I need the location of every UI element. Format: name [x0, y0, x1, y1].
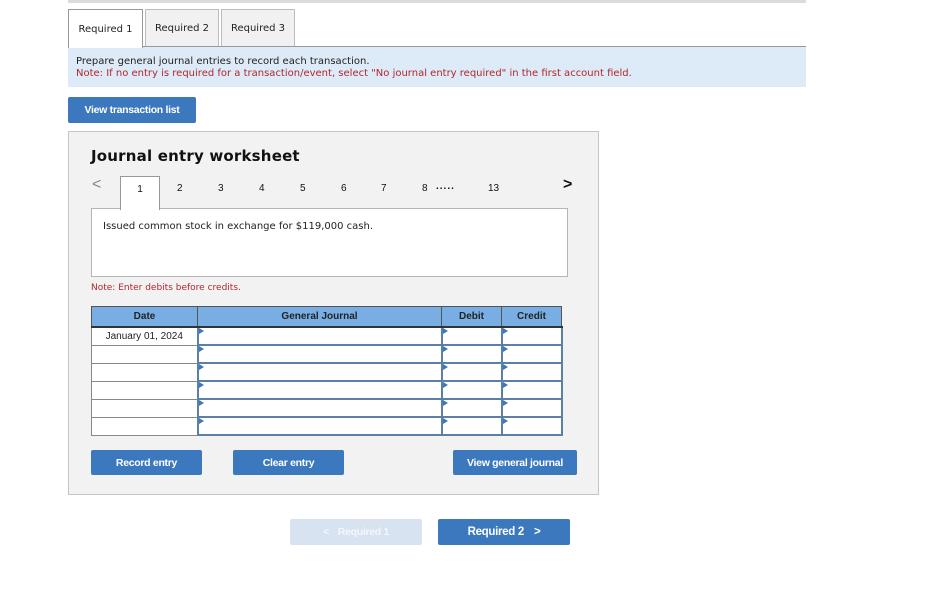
page-3[interactable]: 3 — [218, 183, 224, 194]
input-indicator-icon — [502, 364, 508, 370]
input-indicator-icon — [502, 382, 508, 388]
table-row: January 01, 2024 — [91, 326, 563, 346]
header-credit: Credit — [501, 306, 562, 328]
credit-input[interactable] — [500, 326, 563, 346]
tab-label: Required 1 — [78, 23, 133, 35]
input-indicator-icon — [502, 418, 508, 424]
journal-table-header: Date General Journal Debit Credit — [91, 306, 562, 328]
transaction-description: Issued common stock in exchange for $119… — [91, 208, 568, 277]
credit-input[interactable] — [500, 416, 563, 436]
view-transaction-list-button[interactable]: View transaction list — [68, 97, 196, 123]
instructions-text: Prepare general journal entries to recor… — [76, 56, 370, 67]
tab-label: Required 2 — [154, 23, 210, 34]
page-2[interactable]: 2 — [177, 183, 183, 194]
table-row — [91, 398, 563, 418]
header-general-journal: General Journal — [197, 306, 442, 328]
page-4[interactable]: 4 — [259, 183, 265, 194]
page-5[interactable]: 5 — [300, 183, 306, 194]
account-input[interactable] — [196, 416, 443, 436]
account-input[interactable] — [196, 326, 443, 346]
input-indicator-icon — [442, 364, 448, 370]
chevron-right-icon[interactable]: > — [563, 176, 572, 194]
date-cell[interactable] — [91, 344, 198, 364]
credit-input[interactable] — [500, 380, 563, 400]
requirement-tabs: Required 1 Required 2 Required 3 — [68, 9, 297, 48]
input-indicator-icon — [442, 400, 448, 406]
table-row — [91, 344, 563, 364]
page-7[interactable]: 7 — [381, 183, 387, 194]
page-13[interactable]: 13 — [488, 183, 499, 194]
next-required-label: Required 2 — [467, 526, 525, 538]
table-row — [91, 362, 563, 382]
tab-required-2[interactable]: Required 2 — [145, 9, 219, 47]
date-cell[interactable] — [91, 398, 198, 418]
tab-required-1[interactable]: Required 1 — [68, 9, 143, 48]
transaction-pager: < 1 2 3 4 5 6 7 8 ..... 13 > — [69, 176, 600, 210]
chevron-left-icon[interactable]: < — [92, 176, 101, 194]
dropdown-indicator-icon — [198, 382, 204, 388]
input-indicator-icon — [442, 418, 448, 424]
input-indicator-icon — [442, 382, 448, 388]
credit-input[interactable] — [500, 362, 563, 382]
dropdown-indicator-icon — [198, 328, 204, 334]
debit-input[interactable] — [440, 380, 503, 400]
debit-input[interactable] — [440, 344, 503, 364]
journal-entry-worksheet: Journal entry worksheet < 1 2 3 4 5 6 7 … — [68, 131, 599, 495]
account-input[interactable] — [196, 344, 443, 364]
account-input[interactable] — [196, 380, 443, 400]
dropdown-indicator-icon — [198, 346, 204, 352]
chevron-left-icon: < — [322, 526, 329, 538]
next-required-button[interactable]: Required 2 > — [438, 519, 570, 545]
credit-input[interactable] — [500, 344, 563, 364]
input-indicator-icon — [502, 400, 508, 406]
debits-before-credits-note: Note: Enter debits before credits. — [91, 283, 241, 293]
table-row — [91, 416, 563, 436]
date-cell[interactable] — [91, 380, 198, 400]
page-6[interactable]: 6 — [341, 183, 347, 194]
debit-input[interactable] — [440, 416, 503, 436]
tab-label: Required 3 — [230, 23, 286, 34]
view-general-journal-button[interactable]: View general journal — [453, 450, 577, 475]
dropdown-indicator-icon — [198, 364, 204, 370]
input-indicator-icon — [502, 346, 508, 352]
clear-entry-button[interactable]: Clear entry — [233, 450, 344, 475]
input-indicator-icon — [502, 328, 508, 334]
worksheet-title: Journal entry worksheet — [91, 147, 300, 165]
debit-input[interactable] — [440, 362, 503, 382]
header-date: Date — [91, 306, 198, 328]
prev-required-label: Required 1 — [337, 526, 390, 538]
date-cell[interactable] — [91, 362, 198, 382]
instructions-note: Note: If no entry is required for a tran… — [76, 68, 632, 79]
page-8[interactable]: 8 — [422, 183, 428, 194]
debit-input[interactable] — [440, 398, 503, 418]
journal-table: Date General Journal Debit Credit Januar… — [91, 306, 563, 436]
pager-ellipsis: ..... — [436, 181, 455, 192]
dropdown-indicator-icon — [198, 400, 204, 406]
dropdown-indicator-icon — [198, 418, 204, 424]
account-input[interactable] — [196, 398, 443, 418]
tab-required-3[interactable]: Required 3 — [221, 9, 295, 47]
debit-input[interactable] — [440, 326, 503, 346]
instructions-panel: Prepare general journal entries to recor… — [68, 47, 806, 87]
table-row — [91, 380, 563, 400]
date-cell[interactable]: January 01, 2024 — [91, 326, 198, 346]
date-cell[interactable] — [91, 416, 198, 436]
header-debit: Debit — [441, 306, 502, 328]
record-entry-button[interactable]: Record entry — [91, 450, 202, 475]
page-1[interactable]: 1 — [120, 176, 160, 210]
input-indicator-icon — [442, 346, 448, 352]
input-indicator-icon — [442, 328, 448, 334]
chevron-right-icon: > — [534, 526, 541, 538]
top-divider — [68, 0, 806, 3]
prev-required-button[interactable]: < Required 1 — [290, 519, 422, 545]
account-input[interactable] — [196, 362, 443, 382]
credit-input[interactable] — [500, 398, 563, 418]
